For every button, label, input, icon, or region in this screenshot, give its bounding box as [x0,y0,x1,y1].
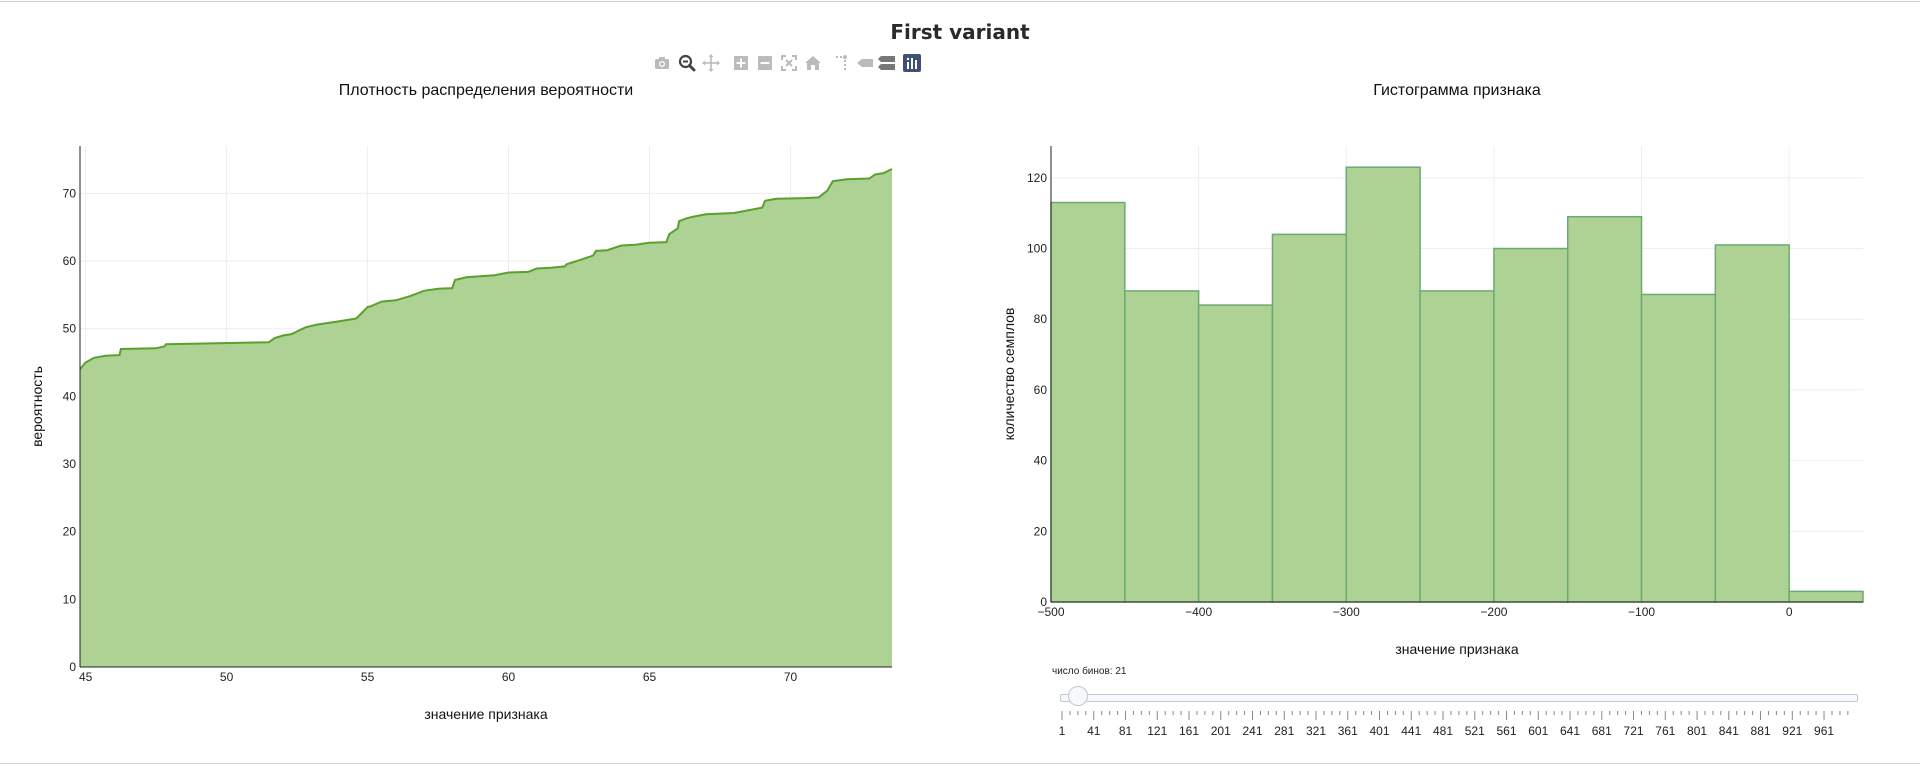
histogram-bar [1345,166,1421,603]
bins-slider-step-label[interactable]: 481 [1433,724,1453,738]
histogram-y-tick-label: 20 [1034,524,1048,538]
histogram-x-axis-title: значение признака [1395,641,1518,657]
bins-slider-step-label[interactable]: 921 [1782,724,1802,738]
histogram-x-tick-label: −400 [1185,605,1212,619]
density-y-tick-label: 30 [63,457,77,471]
bins-slider-track[interactable] [1060,694,1858,702]
histogram-bar [1788,590,1864,603]
histogram-bar [1640,293,1717,603]
histogram-bar [1419,290,1495,603]
density-x-tick-label: 55 [361,670,375,684]
bins-slider-step-label[interactable]: 81 [1119,724,1132,738]
histogram-y-axis-title: количество семплов [1001,308,1017,441]
density-y-tick-label: 40 [63,389,77,403]
histogram-y-tick-label: 120 [1027,171,1047,185]
histogram-bar [1197,304,1274,603]
density-y-tick-label: 20 [63,525,77,539]
histogram-x-tick-label: −300 [1333,605,1360,619]
bins-slider-step-label[interactable]: 881 [1751,724,1771,738]
density-y-tick-label: 70 [63,186,77,200]
histogram-bar [1714,244,1790,603]
density-x-tick-label: 65 [643,670,657,684]
density-y-tick-label: 50 [63,322,77,336]
density-x-tick-label: 70 [784,670,798,684]
histogram-y-tick-label: 100 [1027,242,1047,256]
bins-slider-step-label[interactable]: 681 [1592,724,1612,738]
density-x-axis-title: значение признака [424,706,547,722]
bins-slider-step-label[interactable]: 441 [1401,724,1421,738]
histogram-bar [1271,233,1348,603]
bins-slider-step-label[interactable]: 721 [1624,724,1644,738]
density-x-tick-label: 50 [220,670,234,684]
bins-slider-step-label[interactable]: 321 [1306,724,1326,738]
bins-slider-step-label[interactable]: 761 [1655,724,1675,738]
charts-canvas: 45 50 55 60 65 70 0 10 20 30 40 50 60 70 значение приз… [29,146,1864,722]
density-x-tick-label: 45 [79,670,93,684]
bins-slider-label: число бинов: 21 [1052,666,1127,677]
bins-slider-step-label[interactable]: 41 [1087,724,1100,738]
bins-slider-step-label[interactable]: 161 [1179,724,1199,738]
histogram-y-tick-label: 40 [1034,454,1048,468]
histogram-bar [1493,247,1569,603]
histogram-x-tick-label: −100 [1628,605,1655,619]
density-y-axis-title: вероятность [29,366,45,447]
histogram-bar [1050,201,1126,603]
bins-slider-step-label[interactable]: 801 [1687,724,1707,738]
density-y-tick-label: 60 [63,254,77,268]
bins-slider-step-label[interactable]: 601 [1528,724,1548,738]
histogram-bar [1566,215,1643,603]
bins-slider-step-label[interactable]: 201 [1211,724,1231,738]
density-y-tick-label: 10 [63,592,77,606]
histogram-y-tick-label: 60 [1034,383,1048,397]
bins-slider-step-label[interactable]: 241 [1242,724,1262,738]
bins-slider-step-label[interactable]: 521 [1465,724,1485,738]
bins-slider-step-label[interactable]: 641 [1560,724,1580,738]
bins-slider-step-label[interactable]: 1 [1059,724,1066,738]
bins-slider-step-label[interactable]: 961 [1814,724,1834,738]
density-x-tick-label: 60 [502,670,516,684]
bins-slider-handle[interactable] [1067,686,1088,706]
histogram-y-tick-label: 80 [1034,312,1048,326]
bins-slider-step-label[interactable]: 281 [1274,724,1294,738]
histogram-x-tick-label: −200 [1480,605,1507,619]
histogram-bar [1124,290,1200,603]
histogram-x-tick-label: 0 [1786,605,1793,619]
density-area [80,169,892,667]
histogram-y-tick-label: 0 [1040,595,1047,609]
bins-slider-step-label[interactable]: 361 [1338,724,1358,738]
density-y-tick-label: 0 [69,660,76,674]
bins-slider-step-label[interactable]: 561 [1497,724,1517,738]
bins-slider-step-label[interactable]: 121 [1147,724,1167,738]
bins-slider-step-label[interactable]: 401 [1370,724,1390,738]
bins-slider-step-label[interactable]: 841 [1719,724,1739,738]
